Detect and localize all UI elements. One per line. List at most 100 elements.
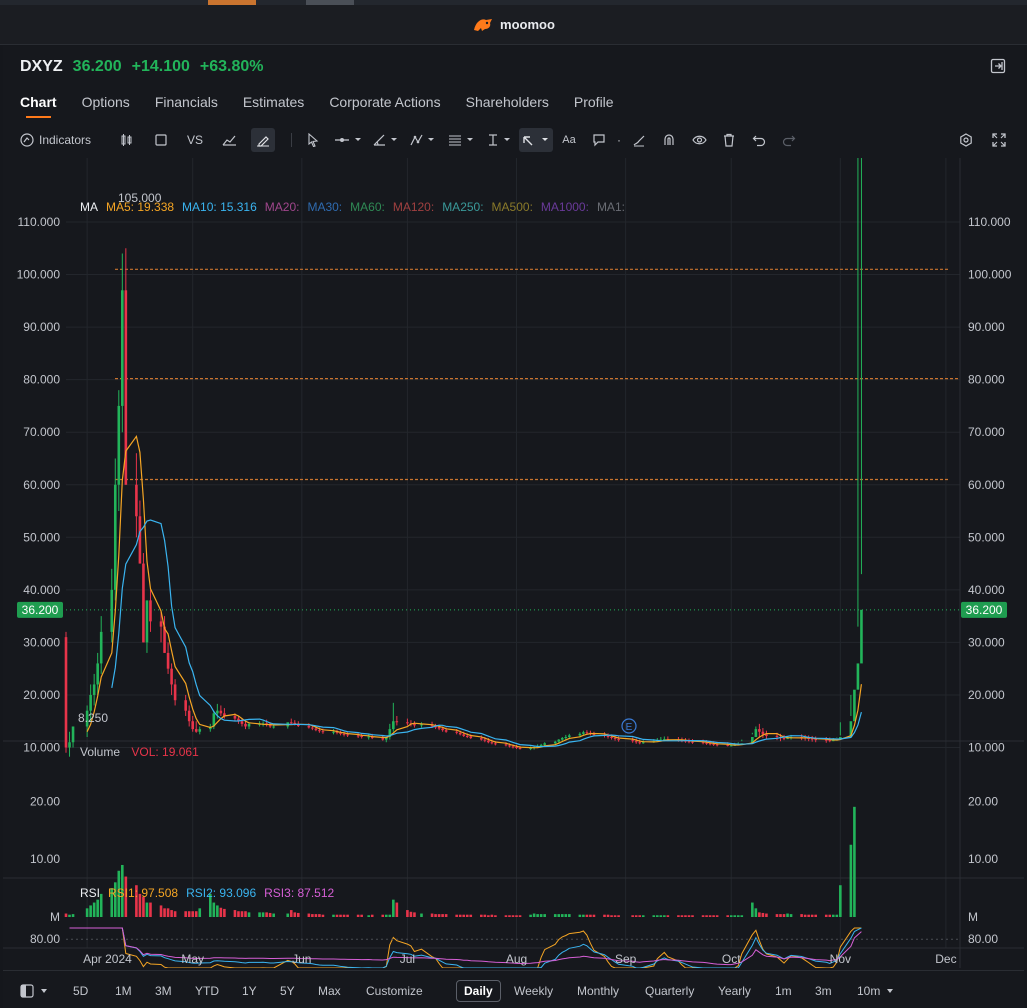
candle-body [173,684,177,701]
toolbar-dot: · [617,133,621,147]
collapse-panel-icon[interactable] [990,58,1006,74]
angle-tool-button[interactable] [371,128,401,152]
layout-toggle-button[interactable] [17,980,51,1002]
fullscreen-button[interactable] [989,128,1009,152]
volume-bar [469,914,473,917]
cursor-tool-button[interactable] [303,128,323,152]
pattern-tool-button[interactable] [409,128,439,152]
tab-profile[interactable]: Profile [574,94,614,110]
volume-bar [311,914,314,917]
volume-bar [853,806,856,917]
tab-estimates[interactable]: Estimates [243,94,304,110]
chart-settings-button[interactable] [956,128,976,152]
period-ytd[interactable]: YTD [195,980,219,1002]
interval-yearly[interactable]: Yearly [718,980,751,1002]
candle-body [494,743,497,745]
candle-body [504,744,508,746]
interval-10m-dropdown[interactable]: 10m [857,980,894,1002]
volume-bar [163,908,166,917]
magnet-tool-button[interactable] [659,128,679,152]
interval-weekly[interactable]: Weekly [514,980,553,1002]
volume-bar [603,914,606,917]
indicators-button[interactable]: Indicators [20,128,91,152]
tab-shareholders[interactable]: Shareholders [466,94,549,110]
volume-bar [170,910,173,917]
volume-bar [553,914,557,917]
volume-bar [92,902,96,917]
ma-legend-item[interactable]: MA120: [393,200,434,214]
interval-monthly[interactable]: Monthly [577,980,619,1002]
tab-corporate-actions[interactable]: Corporate Actions [329,94,440,110]
volume-axis-tick-left: 10.00 [30,852,60,866]
rsi-legend-item[interactable]: RSI3: 87.512 [264,886,334,900]
period-5d[interactable]: 5D [73,980,88,1002]
rsi-legend-item[interactable]: RSI1: 97.508 [108,886,178,900]
ma-legend-item[interactable]: MA60: [350,200,385,214]
candle-body [99,631,103,664]
volume-bar [810,914,814,917]
volume-bar [321,914,325,917]
chart-type-button[interactable] [117,128,137,152]
chart-style-button[interactable] [219,128,239,152]
period-1y[interactable]: 1Y [242,980,257,1002]
undo-button[interactable] [749,128,769,152]
y-axis-tick-right: 20.000 [968,688,1005,702]
tab-chart[interactable]: Chart [20,94,57,118]
line-tool-button[interactable] [333,128,363,152]
period-1m[interactable]: 1M [115,980,132,1002]
volume-bar [687,915,691,917]
tab-options[interactable]: Options [82,94,130,110]
ma-legend-item[interactable]: MA30: [307,200,342,214]
draw-tool-button[interactable] [251,128,275,152]
text-tool-button[interactable]: Aa [559,128,579,152]
chart-axes: 110.000 110.000 100.000 100.000 90.000 90.000… [17,158,1012,968]
rsi-legend-item[interactable]: RSI2: 93.096 [186,886,256,900]
interval-quarterly[interactable]: Quarterly [645,980,694,1002]
delete-drawings-button[interactable] [719,128,739,152]
volume-bar [656,915,659,917]
price-chart[interactable]: 110.000 110.000 100.000 100.000 90.000 90.000… [3,158,1024,968]
volume-bar [191,911,195,917]
volume-bar [831,914,835,917]
volume-bar [223,908,226,917]
measure-tool-button[interactable] [485,128,515,152]
tab-financials[interactable]: Financials [155,94,218,110]
ma-legend-item[interactable]: MA10: 15.316 [182,200,257,214]
period-customize[interactable]: Customize [366,980,423,1002]
earnings-marker[interactable]: E [621,718,637,734]
volume-bar [564,914,568,917]
candle-body [606,735,610,737]
ma-legend-item[interactable]: MA500: [492,200,533,214]
drawn-price-lines[interactable] [66,268,960,611]
fib-tool-button[interactable] [447,128,477,152]
ma-legend-item[interactable]: MA20: [265,200,300,214]
comment-tool-button[interactable] [589,128,609,152]
interval-daily[interactable]: Daily [456,980,501,1002]
period-max[interactable]: Max [318,980,341,1002]
interval-1m[interactable]: 1m [775,980,792,1002]
sidebar-toggle-icon [20,984,34,998]
ma-legend-item[interactable]: MA1000: [541,200,589,214]
redo-button[interactable] [779,128,799,152]
layout-button[interactable] [151,128,171,152]
candle-body [68,742,71,748]
period-5y[interactable]: 5Y [280,980,295,1002]
ma-legend-item[interactable]: MA1: [597,200,625,214]
volume-axis-tick-right: 20.00 [968,794,998,808]
x-axis-label: Nov [830,952,851,966]
interval-3m[interactable]: 3m [815,980,832,1002]
comment-icon [593,134,605,147]
volume-bar [828,914,832,917]
arrow-tool-button[interactable] [519,128,553,152]
candle-body [64,637,68,748]
candle-body [247,723,251,727]
brush-tool-button[interactable] [629,128,649,152]
ma-legend-title: MA [80,200,98,214]
visibility-button[interactable] [689,128,709,152]
ma-legend-item[interactable]: MA250: [442,200,483,214]
volume-bar [511,915,515,917]
compare-button[interactable]: VS [183,128,207,152]
period-selector: 5D 1M 3M YTD 1Y 5Y Max Customize Daily W… [3,970,1024,1008]
period-3m[interactable]: 3M [155,980,172,1002]
candle-body [187,710,191,722]
